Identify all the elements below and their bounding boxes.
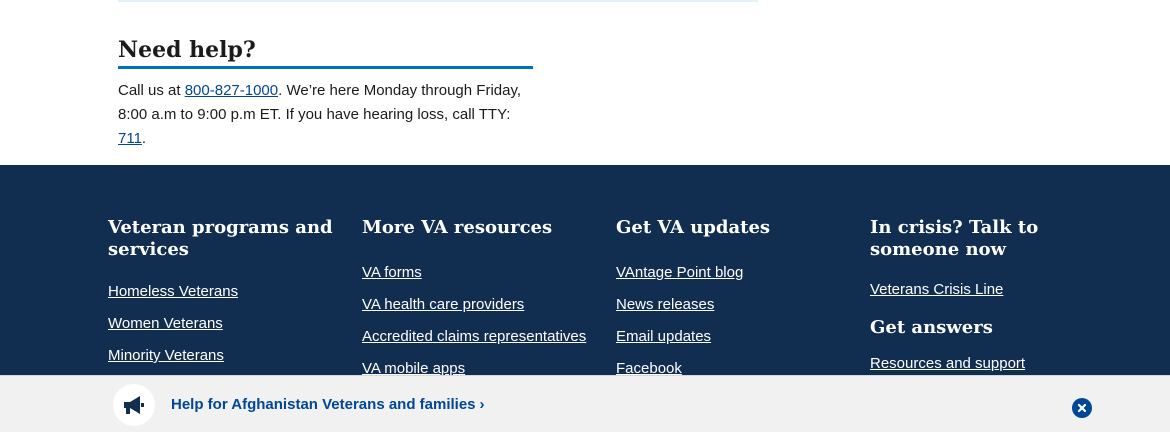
- footer-link-health-care-providers[interactable]: VA health care providers: [362, 296, 524, 313]
- banner-link-label: Help for Afghanistan Veterans and famili…: [171, 396, 476, 413]
- footer-column-title: More VA resources: [362, 217, 553, 238]
- call-prefix: Call us at: [118, 82, 185, 99]
- period: .: [141, 130, 147, 147]
- footer-column-updates: Get VA updates VAntage Point blog News r…: [616, 217, 861, 390]
- afghanistan-help-link[interactable]: Help for Afghanistan Veterans and famili…: [171, 396, 485, 413]
- footer-column-crisis: In crisis? Talk to someone now Veterans …: [870, 217, 1115, 385]
- footer-subtitle-get-answers: Get answers: [870, 317, 993, 338]
- footer-link-homeless-veterans[interactable]: Homeless Veterans: [108, 283, 238, 300]
- footer-link-vantage-point-blog[interactable]: VAntage Point blog: [616, 264, 743, 281]
- footer-column-title: In crisis? Talk to someone now: [870, 217, 1039, 260]
- footer-link-va-forms[interactable]: VA forms: [362, 264, 422, 281]
- footer-link-women-veterans[interactable]: Women Veterans: [108, 315, 223, 332]
- footer-column-veteran-programs: Veteran programs and services Homeless V…: [108, 217, 353, 377]
- footer-link-minority-veterans[interactable]: Minority Veterans: [108, 347, 224, 364]
- need-help-heading: Need help?: [118, 36, 533, 69]
- footer-link-resources-support[interactable]: Resources and support: [870, 355, 1025, 372]
- footer-link-news-releases[interactable]: News releases: [616, 296, 714, 313]
- phone-link[interactable]: 800-827-1000: [185, 82, 278, 99]
- footer-link-email-updates[interactable]: Email updates: [616, 328, 711, 345]
- need-help-text: Call us at 800-827-1000. We’re here Mond…: [118, 79, 538, 151]
- tty-link[interactable]: 711: [118, 130, 142, 147]
- chevron-right-icon: ›: [479, 396, 485, 413]
- footer-column-more-resources: More VA resources VA forms VA health car…: [362, 217, 607, 390]
- need-help-section: Need help? Call us at 800-827-1000. We’r…: [118, 36, 538, 151]
- footer-column-title: Veteran programs and services: [108, 217, 333, 260]
- announcement-banner: Help for Afghanistan Veterans and famili…: [0, 375, 1170, 432]
- footer-link-veterans-crisis-line[interactable]: Veterans Crisis Line: [870, 281, 1003, 298]
- megaphone-icon: [113, 384, 155, 426]
- footer-link-claims-representatives[interactable]: Accredited claims representatives: [362, 328, 586, 345]
- top-divider: [118, 0, 758, 2]
- footer-column-title: Get VA updates: [616, 217, 771, 238]
- close-icon[interactable]: [1072, 398, 1092, 418]
